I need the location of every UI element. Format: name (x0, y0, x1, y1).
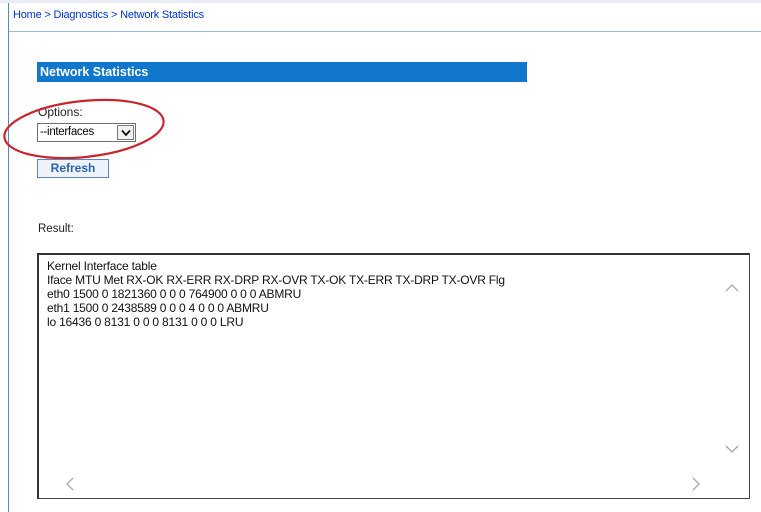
left-frame-border (8, 3, 9, 512)
breadcrumb-current-page: Network Statistics (120, 9, 204, 21)
result-label: Result: (38, 223, 74, 235)
options-select-value: --interfaces (40, 126, 94, 138)
breadcrumb-separator: > (111, 9, 118, 21)
result-line: eth0 1500 0 1821360 0 0 0 764900 0 0 0 A… (47, 287, 302, 301)
options-label: Options: (38, 105, 83, 119)
result-content: Kernel Interface table Iface MTU Met RX-… (47, 259, 505, 329)
result-line: Kernel Interface table (47, 259, 157, 273)
chevron-down-icon[interactable] (725, 441, 739, 459)
breadcrumb-diagnostics-link[interactable]: Diagnostics (54, 9, 109, 21)
result-textarea[interactable]: Kernel Interface table Iface MTU Met RX-… (37, 253, 750, 499)
breadcrumb-home-link[interactable]: Home (13, 9, 42, 21)
breadcrumb-bar: Home > Diagnostics > Network Statistics (9, 3, 761, 32)
chevron-down-icon[interactable] (117, 125, 134, 140)
chevron-left-icon[interactable] (65, 477, 74, 496)
section-header: Network Statistics (37, 62, 527, 82)
breadcrumb: Home > Diagnostics > Network Statistics (13, 9, 204, 21)
chevron-right-icon[interactable] (692, 477, 701, 496)
result-line: Iface MTU Met RX-OK RX-ERR RX-DRP RX-OVR… (47, 273, 505, 287)
chevron-up-icon[interactable] (725, 279, 739, 297)
refresh-button[interactable]: Refresh (37, 159, 109, 178)
result-line: eth1 1500 0 2438589 0 0 0 4 0 0 0 ABMRU (47, 301, 269, 315)
options-select[interactable]: --interfaces (37, 123, 136, 142)
result-line: lo 16436 0 8131 0 0 0 8131 0 0 0 LRU (47, 315, 244, 329)
breadcrumb-separator: > (44, 9, 51, 21)
